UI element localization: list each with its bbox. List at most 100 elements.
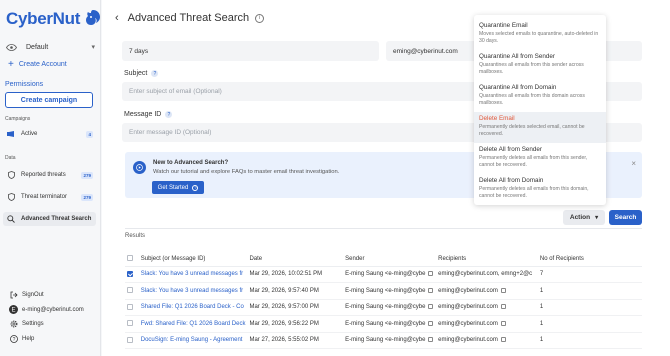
- menu-item-title: Delete All from Domain: [479, 177, 544, 184]
- help-icon[interactable]: ?: [165, 111, 173, 118]
- copy-icon[interactable]: [428, 304, 434, 310]
- menu-item-delete-all-sender[interactable]: Delete All from Sender Permanently delet…: [474, 143, 606, 174]
- recipients-text: eming@cyberinut.com: [438, 287, 498, 294]
- svg-text:?: ?: [12, 336, 15, 342]
- subject-link[interactable]: Slack: You have 3 unread messages fr: [138, 266, 248, 283]
- subject-label-text: Subject: [124, 70, 148, 77]
- subject-link[interactable]: Shared File: Q1 2026 Board Deck - Co: [138, 299, 248, 316]
- copy-icon[interactable]: [500, 320, 506, 326]
- sender-text: E-ming Saung <e-ming@cybe: [345, 271, 426, 278]
- copy-icon[interactable]: [428, 337, 434, 343]
- table-row[interactable]: Fwd: Shared File: Q1 2026 Board Deck Mar…: [125, 315, 642, 333]
- squirrel-logo-icon: [86, 10, 101, 25]
- row-checkbox[interactable]: [127, 270, 133, 277]
- shield-icon: [7, 193, 15, 201]
- recipient-count-cell: 1: [537, 332, 642, 349]
- column-header[interactable]: Recipients: [436, 252, 538, 267]
- subject-link[interactable]: Fwd: Shared File: Q1 2026 Board Deck: [138, 315, 248, 333]
- create-account-label: Create Account: [18, 61, 67, 68]
- help-label: Help: [22, 335, 35, 342]
- campaign-icon: [7, 130, 15, 138]
- gear-icon: [9, 319, 18, 328]
- recipients-cell: eming@cyberinut.com: [436, 315, 538, 333]
- sidebar-item-label: Reported threats: [21, 172, 66, 178]
- help-icon: ?: [192, 184, 199, 191]
- menu-item-title: Delete Email: [479, 115, 515, 122]
- copy-icon[interactable]: [428, 271, 434, 277]
- sidebar-item-threat-terminator[interactable]: Threat terminator 279: [3, 190, 96, 204]
- settings-link[interactable]: Settings: [9, 319, 44, 328]
- row-checkbox[interactable]: [127, 336, 133, 343]
- sidebar-item-active[interactable]: Active 4: [3, 127, 96, 141]
- row-checkbox[interactable]: [127, 287, 133, 294]
- copy-icon[interactable]: [428, 287, 434, 293]
- recipient-count-cell: 1: [537, 282, 642, 300]
- date-cell: Mar 29, 2026, 9:57:00 PM: [247, 299, 344, 316]
- permissions-link[interactable]: Permissions: [5, 81, 43, 88]
- copy-icon[interactable]: [500, 287, 506, 293]
- menu-item-quarantine-email[interactable]: Quarantine Email Moves selected emails t…: [474, 19, 606, 50]
- table-row[interactable]: Slack: You have 3 unread messages fr Mar…: [125, 282, 642, 300]
- menu-item-title: Delete All from Sender: [479, 146, 542, 153]
- workspace-selector[interactable]: Default ▾: [6, 41, 95, 53]
- get-started-button[interactable]: Get Started?: [152, 181, 204, 194]
- date-range-select[interactable]: 7 days: [122, 41, 379, 61]
- help-icon[interactable]: ?: [151, 70, 159, 77]
- user-icon: E: [9, 305, 18, 314]
- chevron-down-icon: ▾: [91, 44, 95, 51]
- sidebar-item-advanced-threat-search[interactable]: Advanced Threat Search: [3, 212, 96, 226]
- menu-item-title: Quarantine Email: [479, 22, 528, 29]
- menu-item-delete-email[interactable]: Delete Email Permanently deletes selecte…: [474, 112, 606, 143]
- sender-cell: E-ming Saung <e-ming@cybe: [343, 332, 437, 349]
- subject-link[interactable]: Slack: You have 3 unread messages fr: [138, 282, 248, 300]
- column-header[interactable]: No of Recipients: [537, 252, 642, 267]
- data-section-label: Data: [5, 155, 16, 161]
- recipients-text: eming@cyberinut.com: [438, 320, 498, 327]
- sidebar-item-label: Active: [21, 131, 38, 137]
- create-account-link[interactable]: + Create Account: [8, 60, 67, 70]
- table-row[interactable]: Slack: You have 3 unread messages fr Mar…: [125, 266, 642, 283]
- shield-icon: [7, 171, 15, 179]
- menu-item-quarantine-all-domain[interactable]: Quarantine All from Domain Quarantines a…: [474, 81, 606, 112]
- brand-name: CyberNut: [6, 9, 81, 28]
- subject-link[interactable]: DocuSign: E-ming Saung - Agreement: [138, 332, 248, 349]
- search-button[interactable]: Search: [609, 210, 642, 225]
- info-icon[interactable]: i: [255, 13, 265, 23]
- close-icon[interactable]: ×: [631, 159, 636, 168]
- create-campaign-button[interactable]: Create campaign: [5, 92, 93, 108]
- action-dropdown-button[interactable]: Action ▾: [563, 210, 605, 225]
- play-icon: [133, 161, 146, 174]
- signout-link[interactable]: SignOut: [9, 290, 44, 299]
- copy-icon[interactable]: [428, 320, 434, 326]
- page-header: ‹ Advanced Threat Search i: [115, 12, 265, 24]
- date-cell: Mar 29, 2026, 10:02:51 PM: [247, 266, 344, 283]
- select-all-checkbox[interactable]: [127, 255, 133, 262]
- help-link[interactable]: ? Help: [9, 334, 34, 343]
- select-all-cell[interactable]: [125, 252, 139, 267]
- menu-item-quarantine-all-sender[interactable]: Quarantine All from Sender Quarantines a…: [474, 50, 606, 81]
- back-arrow-icon[interactable]: ‹: [115, 12, 119, 24]
- main-content: ‹ Advanced Threat Search i 7 days eming@…: [102, 0, 670, 356]
- menu-item-delete-all-domain[interactable]: Delete All from Domain Permanently delet…: [474, 174, 606, 205]
- menu-item-title: Quarantine All from Domain: [479, 84, 557, 91]
- recipients-text: eming@cyberinut.com: [438, 337, 498, 344]
- sender-cell: E-ming Saung <e-ming@cybe: [343, 299, 437, 316]
- recipient-count-cell: 1: [537, 315, 642, 333]
- brand-logo[interactable]: CyberNut: [6, 8, 101, 30]
- table-row[interactable]: DocuSign: E-ming Saung - Agreement Mar 2…: [125, 332, 642, 349]
- table-row[interactable]: Shared File: Q1 2026 Board Deck - Co Mar…: [125, 299, 642, 316]
- recipients-text: eming@cyberinut.com: [438, 304, 498, 311]
- sidebar-item-reported-threats[interactable]: Reported threats 279: [3, 168, 96, 182]
- copy-icon[interactable]: [500, 337, 506, 343]
- column-header[interactable]: Sender: [343, 252, 437, 267]
- column-header[interactable]: Date: [247, 252, 344, 267]
- column-header[interactable]: Subject (or Message ID): [138, 252, 248, 267]
- menu-item-description: Permanently deletes all emails from this…: [479, 186, 589, 199]
- message-id-label-text: Message ID: [124, 111, 162, 118]
- row-checkbox[interactable]: [127, 303, 133, 310]
- menu-item-description: Moves selected emails to quarantine, aut…: [479, 31, 599, 44]
- sender-cell: E-ming Saung <e-ming@cybe: [343, 315, 437, 333]
- copy-icon[interactable]: [500, 304, 506, 310]
- row-checkbox[interactable]: [127, 320, 133, 327]
- results-label: Results: [125, 233, 146, 239]
